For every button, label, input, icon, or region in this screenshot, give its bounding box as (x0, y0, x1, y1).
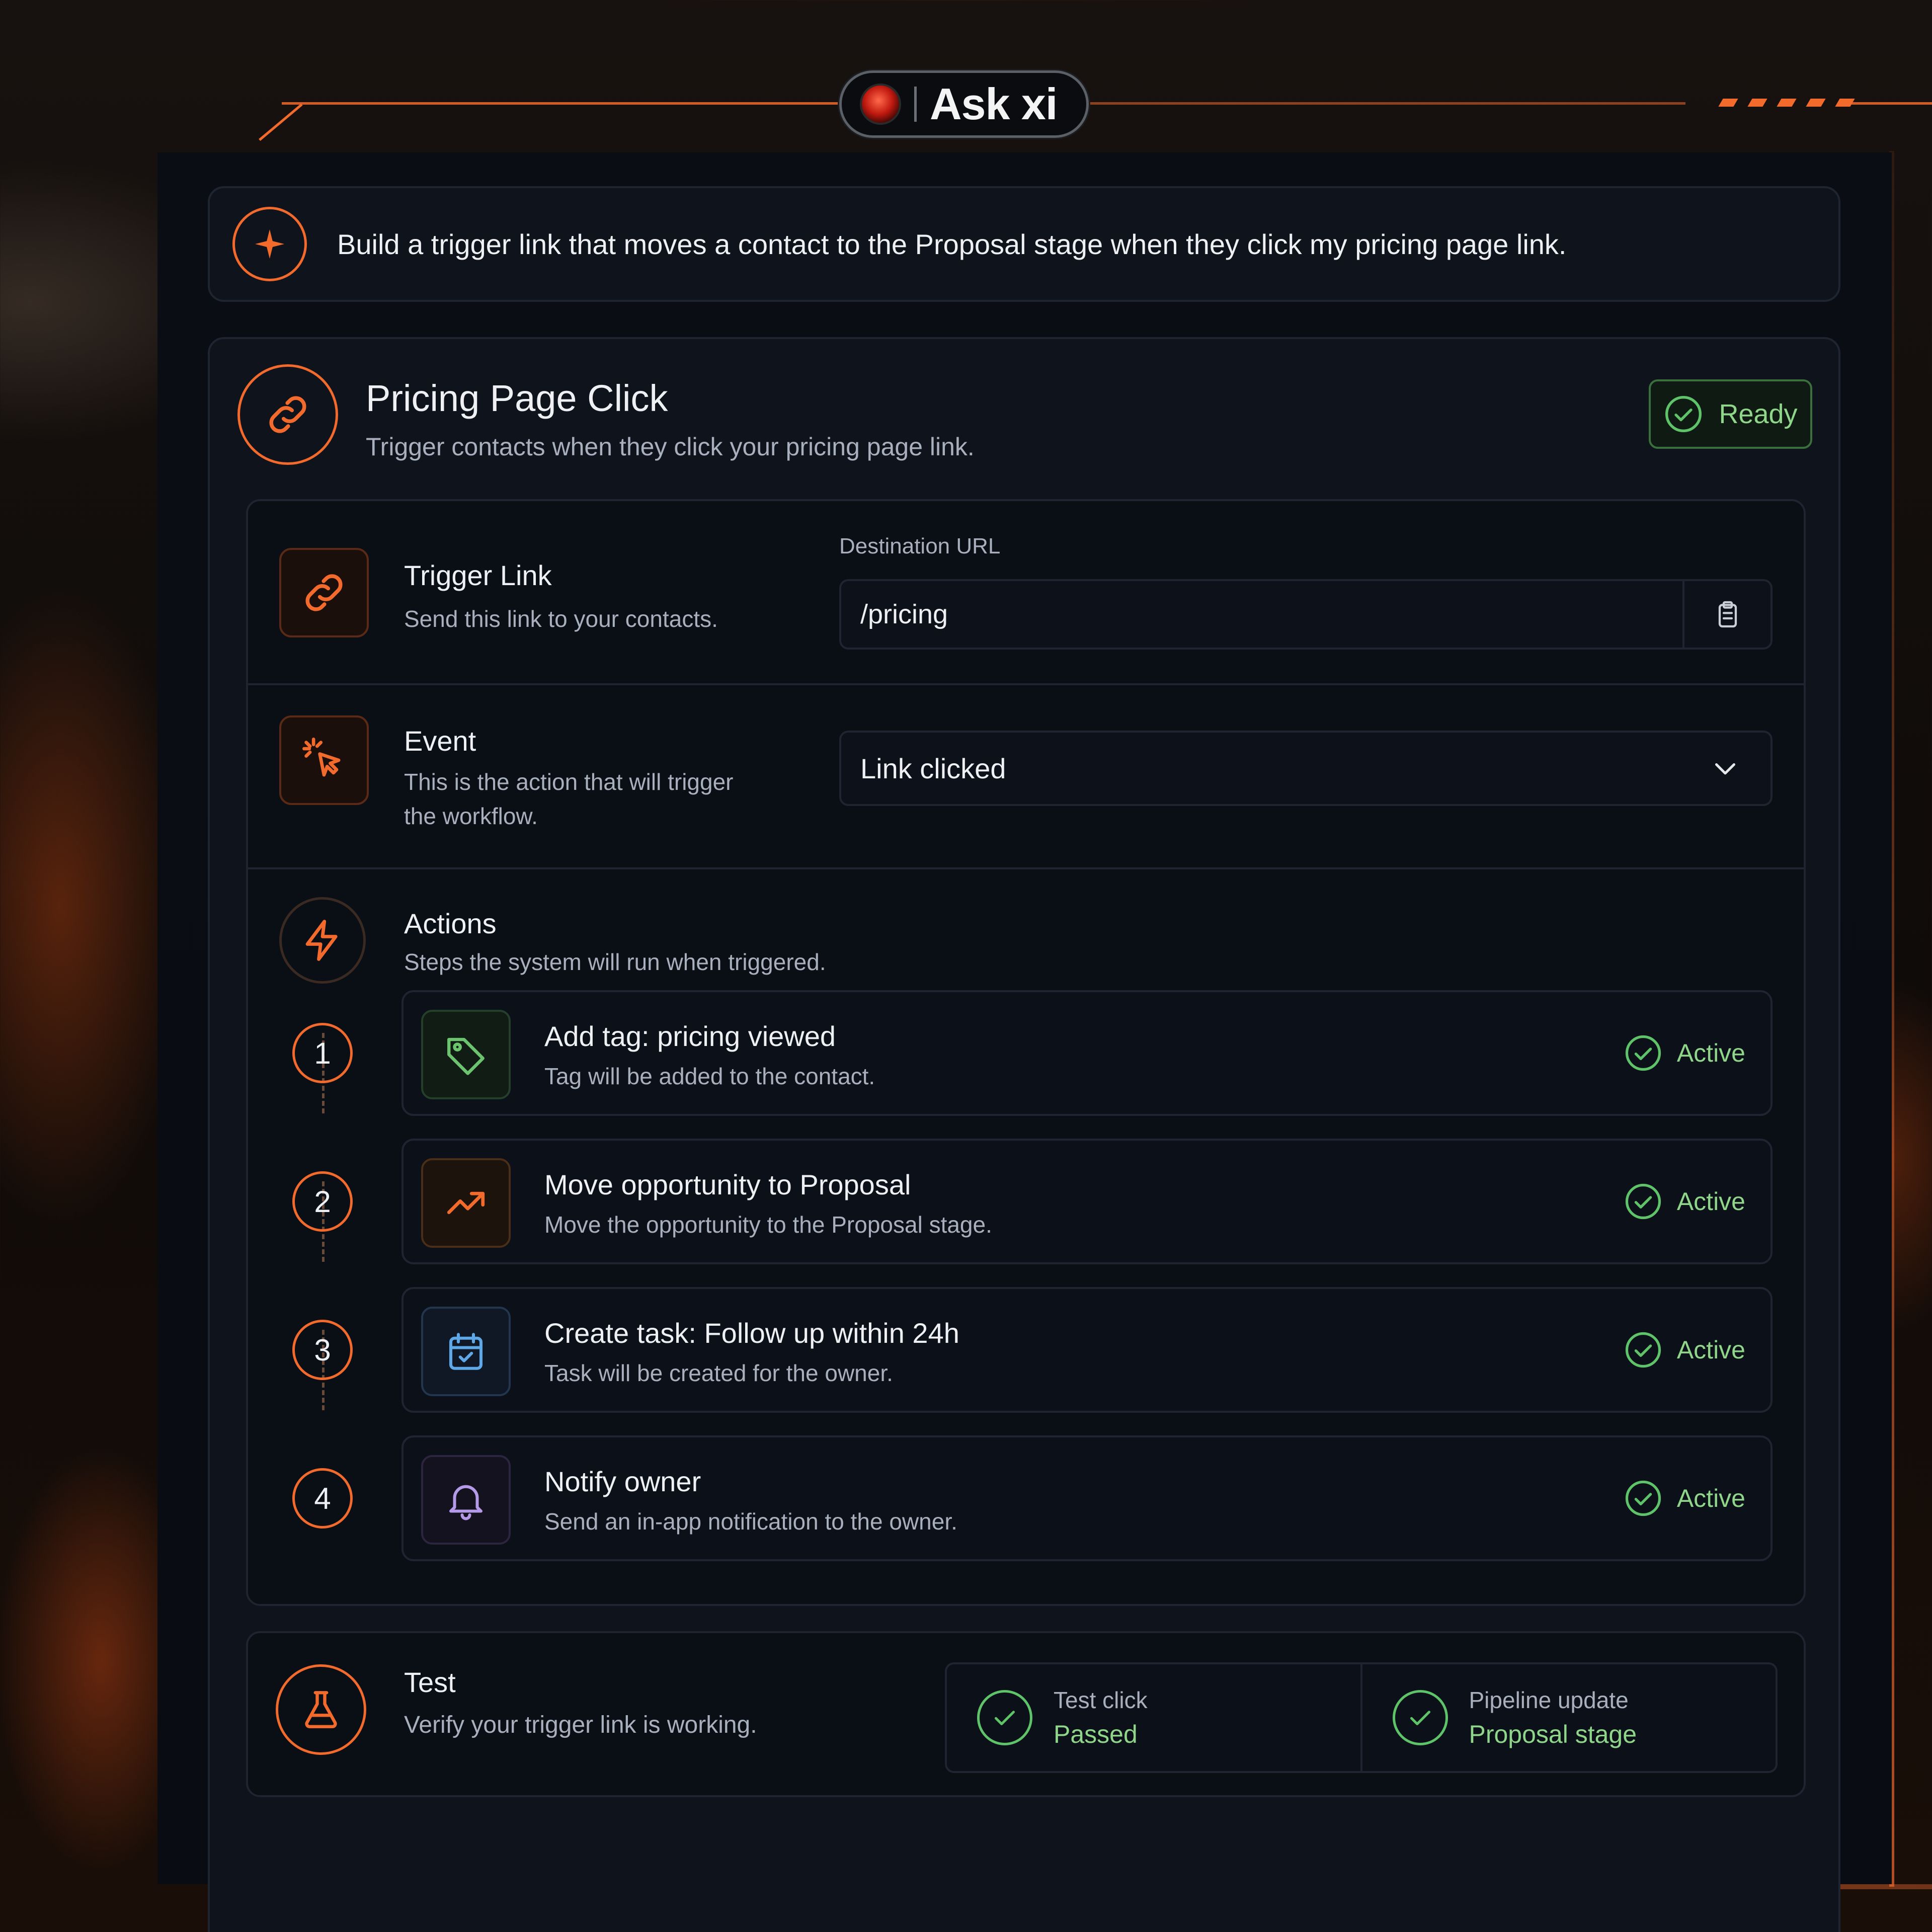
event-subtitle-line2: the workflow. (404, 803, 538, 829)
event-row: Event This is the action that will trigg… (248, 685, 1804, 866)
action-subtitle: Task will be created for the owner. (544, 1360, 893, 1386)
main-panel: Build a trigger link that moves a contac… (157, 152, 1892, 1932)
action-card[interactable]: Notify owner Send an in-app notification… (401, 1435, 1773, 1561)
action-card[interactable]: Add tag: pricing viewed Tag will be adde… (401, 990, 1773, 1116)
action-status: Active (1624, 1141, 1745, 1262)
check-circle-icon (1665, 396, 1702, 432)
step-number: 3 (292, 1320, 353, 1380)
frame-line-top-right (1087, 102, 1685, 105)
check-circle-icon (1625, 1480, 1661, 1516)
action-subtitle: Move the opportunity to the Proposal sta… (544, 1212, 992, 1238)
step-number: 1 (292, 1023, 353, 1083)
status-badge-label: Ready (1719, 399, 1798, 429)
action-subtitle: Tag will be added to the contact. (544, 1063, 875, 1089)
action-card[interactable]: Move opportunity to Proposal Move the op… (401, 1139, 1773, 1264)
test-result: Test click Passed (947, 1664, 1360, 1771)
workflow-title: Pricing Page Click (366, 377, 668, 419)
calendar-check-icon (421, 1307, 511, 1396)
copy-button[interactable] (1682, 581, 1770, 648)
action-card[interactable]: Create task: Follow up within 24h Task w… (401, 1287, 1773, 1413)
flask-icon (276, 1664, 366, 1755)
workflow-subtitle: Trigger contacts when they click your pr… (366, 433, 975, 461)
event-title: Event (404, 725, 476, 757)
actions-section: Actions Steps the system will run when t… (248, 869, 1804, 1604)
cursor-click-icon (279, 715, 369, 805)
check-circle-icon (1625, 1332, 1661, 1368)
link-icon (279, 548, 369, 637)
destination-url-value[interactable]: /pricing (841, 599, 1682, 630)
prompt-text: Build a trigger link that moves a contac… (337, 228, 1567, 260)
test-subtitle: Verify your trigger link is working. (404, 1712, 757, 1738)
tag-icon (421, 1010, 511, 1099)
check-circle-icon (1625, 1183, 1661, 1220)
check-circle-icon (1625, 1035, 1661, 1071)
trigger-link-subtitle: Send this link to your contacts. (404, 606, 718, 632)
action-status: Active (1624, 992, 1745, 1114)
clipboard-icon (1718, 601, 1737, 628)
trigger-link-title: Trigger Link (404, 559, 552, 591)
actions-title: Actions (404, 908, 497, 939)
step-number: 4 (292, 1468, 353, 1528)
app-name: Ask xi (930, 79, 1058, 129)
test-result-value: Passed (1054, 1720, 1138, 1748)
logo-divider (914, 87, 917, 122)
test-results: Test click Passed Pipeline update Propos… (945, 1662, 1778, 1773)
test-result-value: Proposal stage (1469, 1720, 1637, 1748)
destination-url-field[interactable]: /pricing (839, 579, 1773, 650)
test-title: Test (404, 1666, 456, 1698)
event-select[interactable]: Link clicked (839, 731, 1773, 806)
step-number: 2 (292, 1171, 353, 1232)
prompt-bar: Build a trigger link that moves a contac… (208, 186, 1840, 302)
test-section: Test Verify your trigger link is working… (246, 1631, 1806, 1797)
chevron-down-icon (1715, 763, 1735, 775)
action-title: Create task: Follow up within 24h (544, 1317, 959, 1349)
destination-url-label: Destination URL (839, 534, 1001, 558)
config-box: Trigger Link Send this link to your cont… (246, 499, 1806, 1606)
action-title: Move opportunity to Proposal (544, 1169, 911, 1200)
trending-up-icon (421, 1158, 511, 1248)
action-status-label: Active (1676, 1484, 1745, 1512)
frame-dashes (1718, 99, 1855, 107)
logo-orb-icon (860, 84, 901, 125)
link-icon (237, 364, 338, 465)
frame-line-top-far (1852, 102, 1932, 105)
action-status-label: Active (1676, 1039, 1745, 1067)
event-select-value: Link clicked (860, 752, 1006, 784)
status-badge: Ready (1649, 379, 1812, 449)
test-result: Pipeline update Proposal stage (1360, 1664, 1776, 1771)
actions-subtitle: Steps the system will run when triggered… (404, 949, 826, 975)
workflow-card: Pricing Page Click Trigger contacts when… (208, 337, 1840, 1932)
action-subtitle: Send an in-app notification to the owner… (544, 1508, 957, 1535)
test-result-label: Test click (1054, 1687, 1148, 1713)
trigger-link-row: Trigger Link Send this link to your cont… (248, 501, 1804, 682)
workflow-header: Pricing Page Click Trigger contacts when… (237, 364, 1812, 470)
action-status-label: Active (1676, 1187, 1745, 1216)
event-subtitle-line1: This is the action that will trigger (404, 769, 734, 795)
action-title: Notify owner (544, 1466, 701, 1497)
check-icon (1392, 1690, 1448, 1745)
action-title: Add tag: pricing viewed (544, 1020, 836, 1052)
frame-line-diagonal (259, 103, 303, 141)
check-icon (977, 1690, 1032, 1745)
action-status: Active (1624, 1289, 1745, 1411)
app-logo[interactable]: Ask xi (839, 70, 1089, 138)
bell-icon (421, 1455, 511, 1545)
frame-line-top-left (282, 102, 845, 105)
lightning-icon (279, 897, 366, 984)
action-status: Active (1624, 1437, 1745, 1559)
action-status-label: Active (1676, 1336, 1745, 1364)
sparkle-icon (232, 207, 307, 281)
test-result-label: Pipeline update (1469, 1687, 1629, 1713)
